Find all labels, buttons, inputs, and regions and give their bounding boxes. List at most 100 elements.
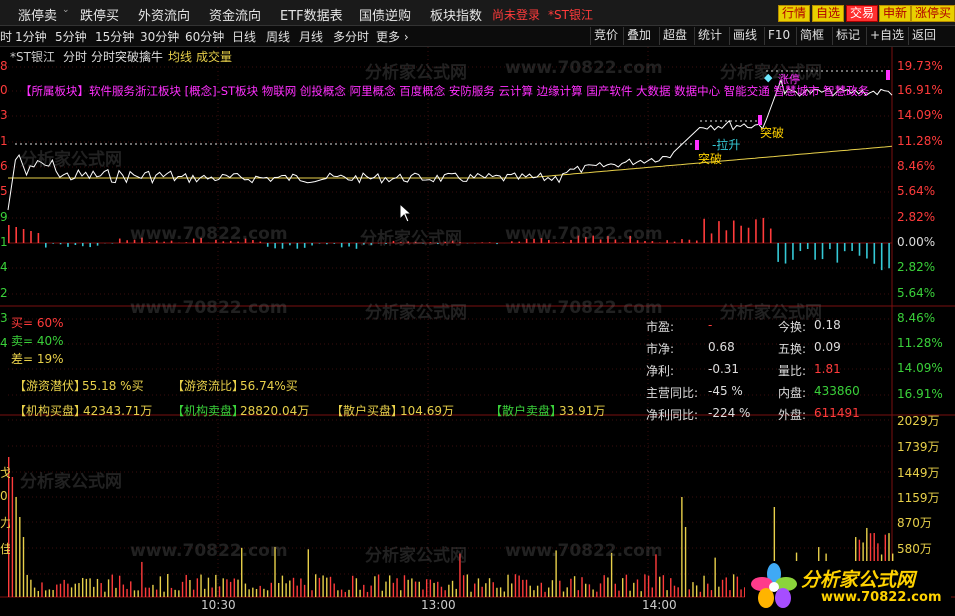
macd-bar — [755, 219, 757, 243]
macd-bar — [407, 241, 410, 243]
tool-mark[interactable]: 标记 — [832, 27, 863, 45]
stock-title: *ST银江 — [548, 8, 593, 22]
limit-up-buy-button[interactable]: 涨停买 — [911, 5, 955, 22]
volume-bar — [736, 576, 739, 597]
volume-bar — [374, 576, 376, 597]
right-axis-label: 5.64% — [897, 184, 936, 198]
volume-bar — [370, 585, 372, 597]
volume-bar — [610, 552, 613, 597]
menu-limit-up-sell[interactable]: 涨停卖 — [18, 5, 57, 24]
volume-bar — [96, 578, 99, 597]
macd-bar — [318, 243, 321, 244]
trade-button[interactable]: 交易 — [846, 5, 879, 22]
menu-etf-table[interactable]: ETF数据表 — [280, 5, 343, 24]
fundamental-label: 量比: — [778, 364, 807, 378]
macd-bar — [858, 243, 861, 256]
macd-bar — [326, 243, 328, 245]
avg-line-label: 均线 — [168, 50, 193, 64]
stat-hot-ratio-value: 56.74%买 — [240, 379, 298, 393]
signal-marker — [695, 140, 699, 150]
volume-bar — [337, 590, 339, 597]
period-5min[interactable]: 5分钟 — [55, 28, 87, 45]
volume-bar — [100, 583, 102, 597]
volume-bar — [633, 582, 635, 597]
fundamental-label: 内盘: — [778, 386, 807, 400]
tool-auction[interactable]: 竞价 — [590, 27, 621, 45]
volume-bar — [244, 583, 247, 597]
shenxin-button[interactable]: 申新 — [879, 5, 912, 22]
quote-button[interactable]: 行情 — [778, 5, 811, 22]
tool-add-watchlist[interactable]: +自选 — [866, 27, 907, 45]
volume-bar — [59, 583, 62, 597]
tool-statistics[interactable]: 统计 — [694, 27, 725, 45]
formula-label[interactable]: 分时突破擒牛 — [91, 48, 163, 65]
volume-bar — [466, 574, 469, 597]
period-weekly[interactable]: 周线 — [266, 28, 290, 45]
period-more[interactable]: 更多 › — [376, 28, 409, 45]
macd-bar — [888, 243, 890, 269]
macd-bar — [392, 240, 395, 243]
menu-limit-down-buy[interactable]: 跌停买 — [80, 5, 119, 24]
volume-bar — [551, 580, 554, 597]
macd-bar — [296, 243, 299, 249]
volume-bar — [444, 590, 446, 597]
chevron-down-icon[interactable]: ⌄ — [62, 5, 70, 15]
macd-bar — [266, 243, 269, 247]
sell-ratio: 卖= 40% — [11, 334, 64, 348]
volume-bar — [144, 587, 147, 597]
volume-bar — [692, 582, 694, 597]
tool-f10[interactable]: F10 — [764, 27, 793, 45]
macd-bar — [37, 233, 40, 243]
volume-bar — [363, 584, 365, 597]
volume-bar — [607, 577, 609, 597]
period-monthly[interactable]: 月线 — [299, 28, 323, 45]
left-axis-label: 3 — [0, 108, 8, 122]
tool-back[interactable]: 返回 — [908, 27, 939, 45]
volume-bar — [381, 590, 383, 597]
tool-draw-line[interactable]: 画线 — [729, 27, 760, 45]
volume-left-label: 0 — [0, 489, 8, 503]
period-15min[interactable]: 15分钟 — [95, 28, 134, 45]
volume-bar — [529, 585, 531, 597]
volume-bar — [355, 578, 358, 597]
period-multi-intraday[interactable]: 多分时 — [333, 28, 369, 45]
volume-bar — [122, 584, 125, 597]
watchlist-button[interactable]: 自选 — [812, 5, 845, 22]
chart-view-label[interactable]: 分时 — [63, 48, 87, 65]
retail-buy-value: 104.69万 — [400, 404, 454, 418]
volume-bar — [618, 590, 620, 597]
left-axis-label: 5 — [0, 184, 8, 198]
volume-bar — [41, 582, 43, 597]
volume-bar — [11, 477, 14, 597]
menu-fund-flow[interactable]: 资金流向 — [209, 5, 261, 24]
volume-bar — [359, 589, 361, 597]
macd-bar — [96, 243, 99, 246]
macd-bar — [237, 241, 239, 243]
period-60min[interactable]: 60分钟 — [185, 28, 224, 45]
volume-axis-label: 1159万 — [897, 491, 940, 505]
menu-sector-index[interactable]: 板块指数 — [430, 5, 482, 24]
intraday-chart[interactable] — [0, 47, 955, 616]
volume-axis-label: 1449万 — [897, 466, 940, 480]
tool-super-order[interactable]: 超盘 — [659, 27, 690, 45]
volume-bar — [211, 587, 213, 597]
volume-bar — [721, 579, 724, 597]
tool-overlay[interactable]: 叠加 — [623, 27, 654, 45]
menu-bond-repo[interactable]: 国债逆购 — [359, 5, 411, 24]
menu-foreign-flow[interactable]: 外资流向 — [138, 5, 190, 24]
macd-bar — [747, 227, 750, 243]
login-status[interactable]: 尚未登录 — [492, 6, 540, 23]
macd-bar — [22, 229, 25, 243]
volume-bar — [392, 582, 395, 597]
fundamental-label: 主营同比: — [646, 386, 699, 400]
macd-bar — [200, 237, 202, 243]
period-fragment[interactable]: 时 — [0, 28, 12, 45]
tool-simple-frame[interactable]: 简框 — [796, 27, 827, 45]
volume-bar — [137, 590, 139, 597]
time-axis-label: 13:00 — [421, 598, 456, 612]
period-1min[interactable]: 1分钟 — [15, 28, 47, 45]
macd-bar — [363, 243, 365, 245]
period-30min[interactable]: 30分钟 — [140, 28, 179, 45]
period-daily[interactable]: 日线 — [232, 28, 256, 45]
volume-bar — [37, 590, 39, 597]
